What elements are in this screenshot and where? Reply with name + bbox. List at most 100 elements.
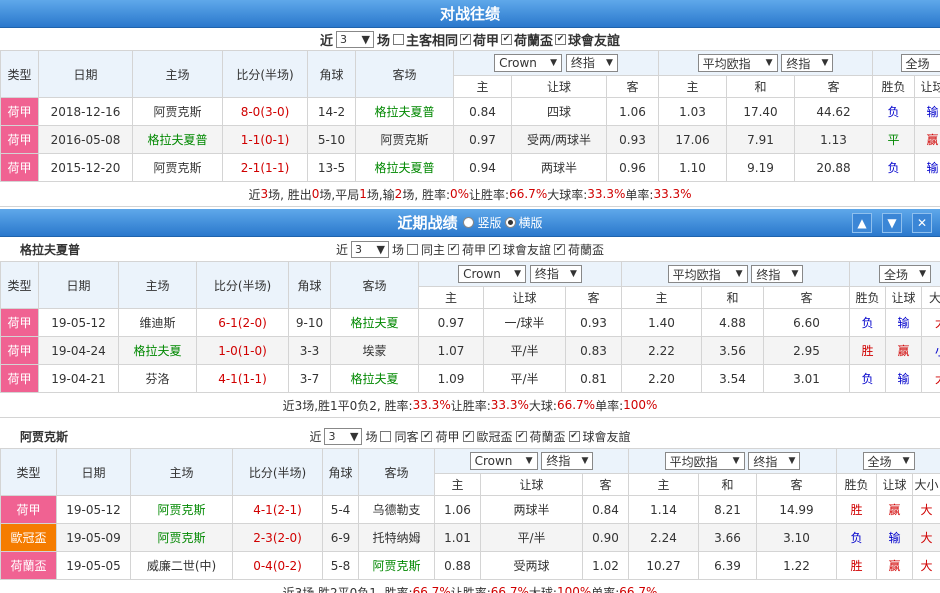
h2h-section-header: 对战往绩 (0, 0, 940, 28)
team1-cell-away[interactable]: 乌德勒支 (358, 495, 435, 524)
team1-cell-date: 19-05-12 (56, 495, 131, 524)
team1-cell-home[interactable]: 阿贾克斯 (130, 495, 233, 524)
move-down-button[interactable]: ▼ (882, 213, 902, 233)
team1-euro-stage-select[interactable]: 终指 ▼ (748, 452, 801, 470)
team0-option-label: 荷蘭盃 (568, 242, 605, 257)
team0-option-checkbox[interactable] (406, 243, 418, 255)
team1-cell-type: 荷蘭盃 (0, 551, 57, 580)
team1-option-label: 球會友誼 (582, 429, 631, 444)
team1-euro-select[interactable]: 平均欧指 ▼ (664, 452, 745, 470)
h2h-count-select[interactable]: 3 ▼ (335, 30, 374, 48)
team1-filter-line: 阿贾克斯近 3 ▼ 场同客 ✔ 荷甲 ✔ 歐冠盃 ✔ 荷蘭盃 ✔ 球會友誼 (20, 427, 631, 445)
team1-cell-home[interactable]: 威廉二世(中) (130, 551, 233, 580)
team1-option-label: 同客 (394, 429, 419, 444)
team0-cell-tr: 大 (920, 308, 940, 337)
team0-option-checkbox[interactable]: ✔ (554, 243, 566, 255)
team1-company-select[interactable]: Crown ▼ (469, 452, 538, 471)
team1-option-checkbox[interactable] (380, 430, 392, 442)
team0-cell-e2: 3.54 (701, 364, 764, 393)
company-select[interactable]: Crown ▼ (494, 54, 563, 73)
team0-cell-away[interactable]: 格拉夫夏 (330, 364, 419, 393)
team1-option-checkbox[interactable]: ✔ (421, 430, 433, 442)
euro-stage-select[interactable]: 终指 ▼ (781, 54, 834, 72)
team0-cell-hr: 赢 (885, 336, 922, 365)
team0-cell-score[interactable]: 6-1(2-0) (196, 308, 289, 337)
team0-cell-home[interactable]: 维迪斯 (118, 308, 197, 337)
team0-cell-home[interactable]: 格拉夫夏 (118, 336, 197, 365)
h2h-cell-score[interactable]: 8-0(3-0) (222, 97, 308, 126)
recent-section-header: 近期战绩 竖版 横版 ▲ ▼ ✕ (0, 209, 940, 237)
h2h-title: 对战往绩 (439, 5, 500, 23)
euro-odds-select[interactable]: 平均欧指 ▼ (697, 54, 778, 72)
h2h-cell-e3: 44.62 (794, 97, 873, 126)
h2h-cell-away[interactable]: 格拉夫夏普 (355, 153, 454, 182)
team0-cell-e1: 2.20 (621, 364, 702, 393)
team1-cell-away[interactable]: 阿贾克斯 (358, 551, 435, 580)
h2h-cell-home[interactable]: 阿贾克斯 (132, 97, 223, 126)
team0-cell-type: 荷甲 (0, 336, 39, 365)
h2h-cell-e2: 7.91 (726, 125, 795, 154)
h2h-cell-corner: 5-10 (307, 125, 356, 154)
team0-odds-stage-select[interactable]: 终指 ▼ (529, 264, 582, 283)
h2h-cell-away[interactable]: 格拉夫夏普 (355, 97, 454, 126)
team1-count-select[interactable]: 3 ▼ (324, 427, 363, 445)
team1-cell-score[interactable]: 2-3(2-0) (232, 523, 323, 552)
view-horizontal-radio[interactable] (504, 217, 516, 228)
h2h-cell-e1: 1.10 (658, 153, 727, 182)
odds-stage-select[interactable]: 终指 ▼ (565, 53, 618, 72)
h2h-row: 荷甲 2015-12-20 阿贾克斯 2-1(1-1) 13-5 格拉夫夏普 0.94 两球半… (0, 153, 940, 182)
team1-scope-select[interactable]: 全场 ▼ (862, 452, 915, 470)
h2h-cell-score[interactable]: 1-1(0-1) (222, 125, 308, 154)
team0-cell-e1: 2.22 (621, 336, 702, 365)
view-vertical-radio[interactable] (463, 217, 475, 228)
team0-cell-corner: 3-3 (288, 336, 331, 365)
h2h-cell-score[interactable]: 2-1(1-1) (222, 153, 308, 182)
h2h-cell-h: 0.97 (453, 125, 512, 154)
team1-cell-line: 受两球 (480, 551, 583, 580)
h2h-cell-e1: 1.03 (658, 97, 727, 126)
team1-cell-hr: 赢 (876, 551, 913, 580)
team0-summary: 近3场,胜1平0负2, 胜率: 33.3% 让胜率: 33.3% 大球: 66.7% … (0, 393, 940, 418)
team1-option-checkbox[interactable]: ✔ (515, 430, 527, 442)
team1-option-checkbox[interactable]: ✔ (568, 430, 580, 442)
team0-option-checkbox[interactable]: ✔ (448, 243, 459, 255)
team1-cell-away[interactable]: 托特纳姆 (358, 523, 435, 552)
team1-odds-stage-select[interactable]: 终指 ▼ (541, 451, 594, 470)
h2h-cell-line: 受两/两球半 (511, 125, 607, 154)
close-button[interactable]: ✕ (912, 213, 932, 233)
team0-cell-e3: 3.01 (763, 364, 850, 393)
team1-cell-score[interactable]: 0-4(0-2) (232, 551, 323, 580)
team0-scope-select[interactable]: 全场 ▼ (879, 265, 932, 283)
h2h-cell-home[interactable]: 格拉夫夏普 (132, 125, 223, 154)
h2h-cell-a: 1.06 (606, 97, 659, 126)
team0-option-label: 荷甲 (462, 242, 487, 257)
team0-euro-stage-select[interactable]: 终指 ▼ (751, 265, 804, 283)
team0-cell-date: 19-04-24 (38, 336, 119, 365)
h2h-option-checkbox[interactable]: ✔ (555, 33, 567, 45)
h2h-cell-home[interactable]: 阿贾克斯 (132, 153, 223, 182)
team1-cell-home[interactable]: 阿贾克斯 (130, 523, 233, 552)
team0-name: 格拉夫夏普 (20, 242, 81, 257)
team1-cell-a: 0.90 (582, 523, 629, 552)
h2h-option-checkbox[interactable] (392, 33, 404, 45)
h2h-option-checkbox[interactable]: ✔ (460, 33, 471, 45)
team1-cell-score[interactable]: 4-1(2-1) (232, 495, 323, 524)
view-toggle: 竖版 横版 (463, 214, 543, 231)
scope-select[interactable]: 全场▼ (900, 54, 940, 72)
team0-option-checkbox[interactable]: ✔ (489, 243, 501, 255)
h2h-option-label: 荷蘭盃 (514, 33, 554, 49)
team0-cell-home[interactable]: 芬洛 (118, 364, 197, 393)
team0-cell-away[interactable]: 埃蒙 (330, 336, 419, 365)
move-up-button[interactable]: ▲ (852, 213, 872, 233)
team0-cell-score[interactable]: 1-0(1-0) (196, 336, 289, 365)
team0-cell-score[interactable]: 4-1(1-1) (196, 364, 289, 393)
team0-company-select[interactable]: Crown ▼ (458, 265, 527, 284)
h2h-cell-date: 2015-12-20 (38, 153, 133, 182)
h2h-cell-away[interactable]: 阿贾克斯 (355, 125, 454, 154)
team0-cell-away[interactable]: 格拉夫夏 (330, 308, 419, 337)
h2h-option-checkbox[interactable]: ✔ (501, 33, 513, 45)
team0-euro-select[interactable]: 平均欧指 ▼ (667, 265, 748, 283)
team1-option-checkbox[interactable]: ✔ (462, 430, 474, 442)
h2h-option-label: 球會友誼 (568, 33, 621, 49)
team0-count-select[interactable]: 3 ▼ (350, 240, 389, 258)
